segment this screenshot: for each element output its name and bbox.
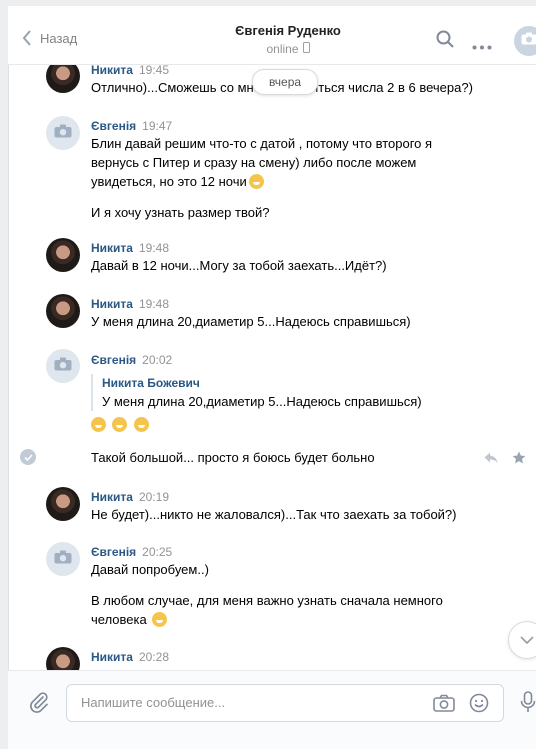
message-text: Блин давай решим что-то с датой , потому… [91, 134, 516, 222]
avatar[interactable] [46, 647, 80, 670]
grinning-emoji-icon [152, 612, 167, 627]
reply-icon[interactable] [484, 451, 498, 469]
emoji-row [91, 416, 516, 434]
paperclip-icon[interactable] [28, 691, 50, 718]
message-time[interactable]: 20:19 [139, 490, 169, 504]
checked-icon[interactable] [20, 449, 36, 465]
chevron-down-icon [520, 631, 534, 649]
message-time[interactable]: 19:48 [139, 241, 169, 255]
contact-name: Євгенія Руденко [178, 23, 398, 38]
message-time[interactable]: 19:45 [139, 63, 169, 77]
camera-icon [54, 550, 72, 569]
status-text: online [266, 42, 298, 56]
message-time[interactable]: 20:28 [139, 650, 169, 664]
message-text: У меня длина 20,диаметир 5...Надеюсь спр… [91, 312, 516, 331]
star-icon[interactable] [512, 451, 526, 469]
quote-author[interactable]: Никита Божевич [102, 374, 516, 392]
message-text: Давай попробуем..) В любом случае, для м… [91, 560, 516, 629]
forwarded-quote[interactable]: Никита Божевич У меня длина 20,диаметир … [91, 374, 516, 411]
message-input[interactable] [79, 694, 423, 711]
message-author[interactable]: Євгенія [91, 353, 136, 367]
message-time[interactable]: 19:48 [139, 297, 169, 311]
message-author[interactable]: Никита [91, 650, 133, 664]
online-status: online [178, 42, 398, 56]
contact-avatar[interactable] [514, 26, 536, 56]
camera-icon [54, 357, 72, 376]
message-author[interactable]: Никита [91, 297, 133, 311]
back-label: Назад [40, 31, 77, 46]
more-icon[interactable] [472, 37, 492, 55]
message-author[interactable]: Євгенія [91, 119, 136, 133]
avatar[interactable] [46, 238, 80, 272]
grinning-emoji-icon [134, 417, 149, 432]
message-author[interactable]: Никита [91, 63, 133, 77]
camera-icon [54, 124, 72, 143]
message-time[interactable]: 20:25 [142, 545, 172, 559]
message-feed[interactable]: Никита19:45 Отлично)...Сможешь со мной в… [8, 59, 536, 670]
search-icon[interactable] [436, 30, 454, 53]
grinning-emoji-icon [112, 417, 127, 432]
message-time[interactable]: 19:47 [142, 119, 172, 133]
avatar[interactable] [46, 542, 80, 576]
grinning-emoji-icon [91, 417, 106, 432]
grinning-emoji-icon [249, 174, 264, 189]
message-author[interactable]: Никита [91, 241, 133, 255]
contact-info[interactable]: Євгенія Руденко online [178, 23, 398, 56]
avatar[interactable] [46, 294, 80, 328]
message-text: Такой большой... просто я боюсь будет бо… [91, 448, 516, 467]
avatar[interactable] [46, 349, 80, 383]
chevron-left-icon [22, 30, 32, 46]
avatar[interactable] [46, 116, 80, 150]
quote-text: У меня длина 20,диаметир 5...Надеюсь спр… [102, 392, 516, 411]
message-author[interactable]: Євгенія [91, 545, 136, 559]
phone-icon [303, 42, 310, 56]
date-separator: вчера [252, 69, 318, 95]
message-input-box[interactable] [66, 684, 504, 722]
message-text: Давай в 12 ночи...Могу за тобой заехать.… [91, 256, 516, 275]
message-author[interactable]: Никита [91, 490, 133, 504]
message-text: Не будет)...никто не жаловался)...Так чт… [91, 505, 516, 524]
avatar[interactable] [46, 487, 80, 521]
camera-icon[interactable] [433, 694, 455, 717]
smile-icon[interactable] [469, 693, 489, 718]
camera-avatar-icon [521, 32, 536, 50]
message-composer [8, 670, 536, 749]
microphone-icon[interactable] [520, 691, 536, 718]
chat-header: Назад Євгенія Руденко online [8, 6, 536, 65]
message-time[interactable]: 20:02 [142, 353, 172, 367]
back-button[interactable]: Назад [22, 30, 77, 46]
